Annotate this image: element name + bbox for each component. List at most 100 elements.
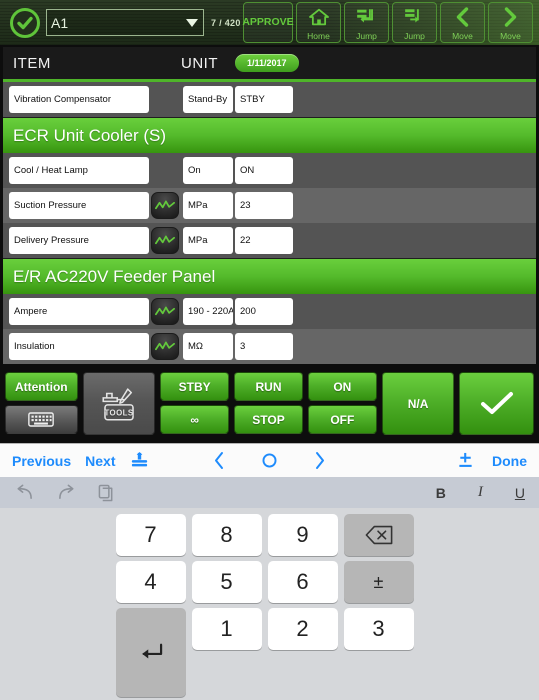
caret-down-icon	[186, 18, 198, 27]
stop-button-label: STOP	[252, 412, 285, 427]
row-item-field[interactable]: Delivery Pressure	[9, 227, 149, 254]
accessory-right-group: Done	[457, 451, 527, 470]
row-value-field[interactable]: ON	[235, 157, 293, 184]
plus-minus-icon[interactable]	[457, 451, 474, 470]
off-button-label: OFF	[330, 412, 355, 427]
table-row: Insulation MΩ 3	[3, 329, 536, 364]
move-right-button[interactable]: Move	[488, 2, 533, 43]
table-row: Vibration Compensator Stand-By STBY	[3, 82, 536, 117]
stby-stack: STBY ∞	[160, 372, 230, 439]
stop-button[interactable]: STOP	[234, 405, 303, 434]
checklist-body: Vibration Compensator Stand-By STBY ECR Uni…	[3, 82, 536, 364]
check-circle-icon	[10, 7, 40, 38]
nav-next-icon[interactable]	[314, 451, 326, 470]
key-1[interactable]: 1	[191, 608, 262, 650]
next-button[interactable]: Next	[85, 453, 115, 469]
row-unit-field[interactable]: MPa	[183, 227, 233, 254]
table-row: Cool / Heat Lamp On ON	[3, 153, 536, 188]
key-6[interactable]: 6	[267, 561, 338, 603]
run-button-label: RUN	[255, 379, 282, 394]
jump-forward-button[interactable]: Jump	[392, 2, 437, 43]
on-button[interactable]: ON	[307, 372, 377, 401]
paste-icon[interactable]	[98, 484, 115, 502]
format-right-group: B I U	[436, 484, 525, 501]
confirm-button[interactable]	[459, 372, 534, 435]
key-3[interactable]: 3	[343, 608, 414, 650]
plus-minus-key[interactable]: ±	[343, 561, 414, 603]
move-left-button-label: Move	[452, 30, 473, 41]
off-button[interactable]: OFF	[307, 405, 377, 434]
record-dropdown[interactable]: A1	[46, 9, 204, 36]
undo-icon[interactable]	[14, 484, 35, 501]
infinity-button-label: ∞	[190, 412, 199, 427]
row-item-field[interactable]: Ampere	[9, 298, 149, 325]
trend-graph-icon[interactable]	[151, 298, 179, 325]
row-value-field[interactable]: 200	[235, 298, 293, 325]
row-unit-field[interactable]: On	[183, 157, 233, 184]
section-header-title: ECR Unit Cooler (S)	[13, 125, 167, 145]
redo-icon[interactable]	[56, 484, 77, 501]
on-button-label: ON	[333, 379, 352, 394]
nav-previous-icon[interactable]	[213, 451, 225, 470]
previous-button[interactable]: Previous	[12, 453, 71, 469]
run-button[interactable]: RUN	[234, 372, 303, 401]
app-root: A1 7 / 420 APPROVE Home Jump Jump Move M…	[0, 0, 539, 700]
attention-button[interactable]: Attention	[5, 372, 78, 401]
italic-button[interactable]: I	[478, 484, 483, 501]
chevron-left-icon	[455, 3, 470, 31]
keypad-grid: 789456±1230.	[115, 514, 424, 700]
row-value-field[interactable]: 23	[235, 192, 293, 219]
row-item-field[interactable]: Cool / Heat Lamp	[9, 157, 149, 184]
row-value-field[interactable]: 3	[235, 333, 293, 360]
home-button-label: Home	[307, 30, 330, 41]
check-icon	[480, 391, 514, 417]
approve-button[interactable]: APPROVE	[242, 2, 294, 43]
row-item-field[interactable]: Insulation	[9, 333, 149, 360]
done-button[interactable]: Done	[492, 453, 527, 469]
tools-button[interactable]: TOOLS	[82, 372, 156, 435]
key-5[interactable]: 5	[191, 561, 262, 603]
trend-graph-icon[interactable]	[151, 227, 179, 254]
key-9[interactable]: 9	[267, 514, 338, 556]
circle-icon[interactable]	[261, 452, 278, 469]
trend-graph-icon[interactable]	[151, 192, 179, 219]
backspace-key[interactable]	[343, 514, 414, 556]
action-panel: Attention TOOLS STBY ∞ RUN STOP ON OFF N…	[0, 368, 539, 443]
underline-button[interactable]: U	[515, 485, 525, 501]
move-left-button[interactable]: Move	[440, 2, 485, 43]
section-header: ECR Unit Cooler (S)	[3, 117, 536, 153]
na-button[interactable]: N/A	[381, 372, 455, 435]
key-4[interactable]: 4	[115, 561, 186, 603]
stamp-icon[interactable]	[130, 451, 149, 470]
enter-key[interactable]	[115, 608, 186, 697]
row-unit-field[interactable]: MPa	[183, 192, 233, 219]
row-item-field[interactable]: Suction Pressure	[9, 192, 149, 219]
date-badge[interactable]: 1/11/2017	[235, 54, 299, 72]
infinity-button[interactable]: ∞	[160, 405, 230, 434]
row-item-field[interactable]: Vibration Compensator	[9, 86, 149, 113]
home-button[interactable]: Home	[296, 2, 341, 43]
on-off-stack: ON OFF	[307, 372, 377, 439]
record-selector[interactable]: A1	[46, 9, 204, 36]
row-unit-field[interactable]: Stand-By	[183, 86, 233, 113]
key-7[interactable]: 7	[115, 514, 186, 556]
row-unit-field[interactable]: MΩ	[183, 333, 233, 360]
key-2[interactable]: 2	[267, 608, 338, 650]
top-toolbar: A1 7 / 420 APPROVE Home Jump Jump Move M…	[0, 0, 539, 45]
stby-button[interactable]: STBY	[160, 372, 230, 401]
top-button-group: APPROVE Home Jump Jump Move Move	[242, 2, 536, 43]
format-bar: B I U	[0, 477, 539, 508]
row-unit-field[interactable]: 190 - 220A	[183, 298, 233, 325]
attention-stack: Attention	[5, 372, 78, 439]
keyboard-button[interactable]	[5, 405, 78, 434]
jump-back-button[interactable]: Jump	[344, 2, 389, 43]
keyboard-icon	[28, 412, 55, 427]
row-value-field[interactable]: STBY	[235, 86, 293, 113]
key-8[interactable]: 8	[191, 514, 262, 556]
bold-button[interactable]: B	[436, 485, 446, 501]
stby-button-label: STBY	[178, 379, 211, 394]
trend-graph-icon[interactable]	[151, 333, 179, 360]
format-left-group	[14, 484, 115, 502]
svg-text:TOOLS: TOOLS	[104, 408, 133, 417]
row-value-field[interactable]: 22	[235, 227, 293, 254]
